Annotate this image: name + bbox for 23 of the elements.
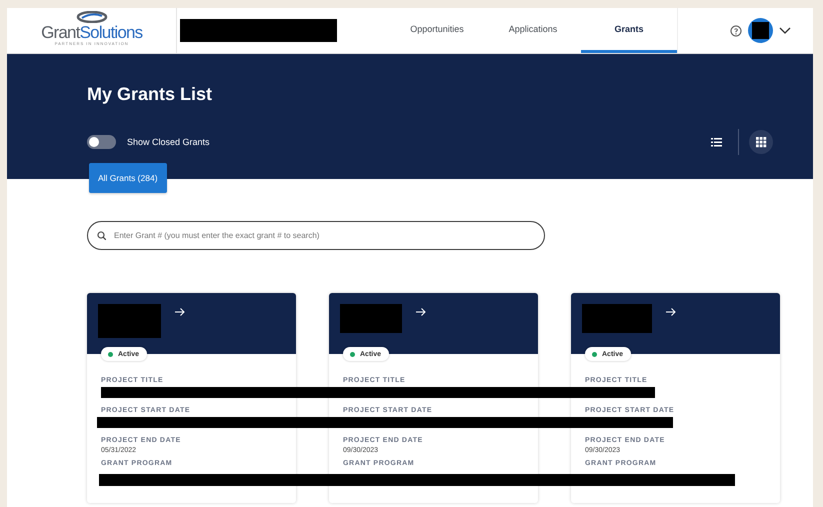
toggle-switch[interactable] [87, 135, 116, 149]
redaction-bar [340, 304, 402, 333]
grid-view-button[interactable] [749, 130, 773, 154]
toggle-label: Show Closed Grants [127, 137, 210, 147]
list-icon [710, 136, 722, 148]
grid-icon [756, 136, 766, 148]
page-title: My Grants List [87, 83, 214, 105]
avatar[interactable] [748, 18, 773, 43]
arrow-right-icon[interactable] [665, 307, 676, 317]
nav-tab[interactable]: Opportunities [389, 8, 485, 53]
arrow-right-icon[interactable] [174, 307, 185, 317]
search-icon [97, 231, 106, 240]
help-icon[interactable] [730, 24, 742, 36]
nav-tab[interactable]: Applications [485, 8, 581, 53]
search-field[interactable]: Enter Grant # (you must enter the exact grant # to search) [87, 221, 545, 250]
arrow-right-icon[interactable] [415, 307, 426, 317]
grants-tab[interactable]: All Grants (284) [89, 163, 167, 193]
logo-wordmark: GrantSolutions [41, 24, 142, 40]
redaction-bar [752, 22, 769, 39]
chevron-down-icon[interactable] [779, 26, 791, 35]
redaction-bar [582, 304, 652, 333]
redaction-bar [98, 304, 161, 338]
logo-swoosh-icon [76, 10, 108, 22]
